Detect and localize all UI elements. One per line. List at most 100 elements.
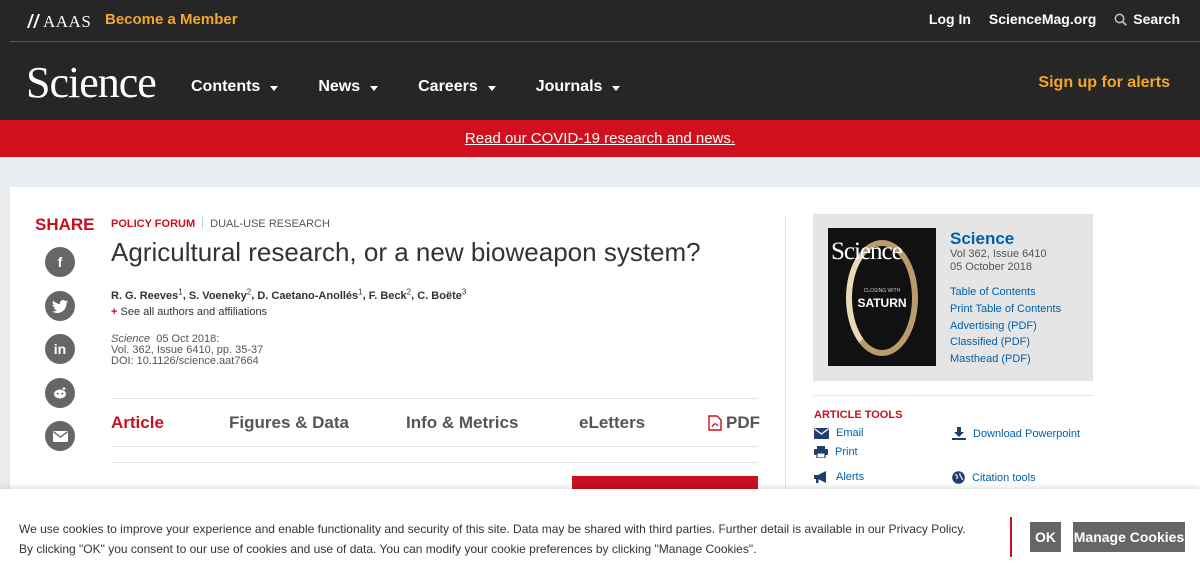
print-toc-link[interactable]: Print Table of Contents [950, 301, 1061, 318]
top-bar: AAAS Become a Member Log In ScienceMag.o… [0, 0, 1200, 42]
author-name: C. Boëte [417, 289, 462, 302]
author-link[interactable]: S. Voeneky2 [188, 287, 252, 302]
author-link[interactable]: F. Beck2 [368, 287, 412, 302]
search-label: Search [1133, 11, 1180, 27]
facebook-icon: f [57, 254, 63, 270]
email-tool[interactable]: Email [814, 427, 864, 439]
tab-pdf[interactable]: PDF [708, 413, 760, 433]
nav-news-label: News [318, 78, 361, 95]
sciencemag-link[interactable]: ScienceMag.org [989, 11, 1096, 27]
author-name: D. Caetano-Anollés [257, 289, 359, 302]
see-all-authors-link[interactable]: + See all authors and affiliations [111, 306, 267, 318]
nav-careers[interactable]: Careers [418, 78, 496, 96]
nav-contents[interactable]: Contents [191, 78, 279, 96]
reddit-share-button[interactable] [45, 378, 75, 408]
science-logo[interactable]: Science [26, 57, 157, 108]
tab-pdf-label: PDF [726, 413, 760, 432]
covid-link[interactable]: Read our COVID-19 research and news. [465, 130, 735, 147]
cookie-banner: We use cookies to improve your experienc… [0, 489, 1200, 573]
article-category: POLICY FORUM DUAL-USE RESEARCH [111, 217, 330, 230]
cover-subtitle: CLOSING WITH [863, 288, 901, 294]
login-link[interactable]: Log In [929, 11, 971, 27]
toc-link[interactable]: Table of Contents [950, 284, 1061, 301]
printer-icon [814, 446, 828, 458]
column-divider [785, 215, 786, 495]
subcategory-link[interactable]: DUAL-USE RESEARCH [210, 218, 330, 230]
search-button[interactable]: Search [1114, 11, 1180, 27]
alerts-tool[interactable]: Alerts [814, 471, 864, 483]
print-tool-label: Print [835, 446, 858, 458]
nav-journals[interactable]: Journals [536, 78, 621, 96]
signup-alerts-link[interactable]: Sign up for alerts [1038, 74, 1170, 92]
citation-tool-label: Citation tools [972, 471, 1036, 484]
nav-news[interactable]: News [318, 78, 379, 96]
tab-article[interactable]: Article [111, 413, 164, 433]
become-member-link[interactable]: Become a Member [105, 11, 238, 28]
email-icon [52, 430, 68, 442]
covid-banner: Read our COVID-19 research and news. [0, 120, 1200, 157]
caret-down-icon [370, 85, 379, 91]
author-link[interactable]: R. G. Reeves1 [111, 287, 183, 302]
envelope-icon [814, 427, 829, 439]
main-nav: Science Contents News Careers Journals S… [0, 42, 1200, 120]
nav-contents-label: Contents [191, 78, 261, 95]
tab-eletters[interactable]: eLetters [579, 413, 645, 433]
article-tools-label: ARTICLE TOOLS [814, 409, 903, 421]
plus-icon: + [111, 306, 118, 318]
globe-icon [952, 471, 965, 484]
view-full-text-button[interactable] [572, 476, 758, 490]
author-name: F. Beck [368, 289, 407, 302]
cover-masthead: Science [831, 238, 903, 265]
tab-info-metrics[interactable]: Info & Metrics [406, 413, 518, 433]
linkedin-share-button[interactable]: in [45, 334, 75, 364]
tab-figures-data[interactable]: Figures & Data [229, 413, 349, 433]
issue-journal-link[interactable]: Science [950, 229, 1014, 249]
email-tool-label: Email [836, 427, 864, 439]
cover-title: SATURN [857, 296, 907, 310]
nav-menu: Contents News Careers Journals [191, 78, 660, 96]
citation-tool[interactable]: Citation tools [952, 471, 1036, 484]
alerts-tool-label: Alerts [836, 471, 865, 483]
citation-block: Science 05 Oct 2018: Vol. 362, Issue 641… [111, 334, 263, 367]
classified-pdf-link[interactable]: Classified (PDF) [950, 334, 1061, 351]
tabs-divider [111, 398, 758, 399]
megaphone-icon [814, 471, 826, 483]
caret-down-icon [487, 85, 496, 91]
issue-date: 05 October 2018 [950, 261, 1032, 273]
issue-volume: Vol 362, Issue 6410 [950, 248, 1047, 260]
citation-doi: DOI: 10.1126/science.aat7664 [111, 355, 259, 367]
author-affil: 2 [406, 287, 412, 296]
print-tool[interactable]: Print [814, 446, 858, 458]
search-icon [1114, 13, 1128, 26]
aaas-label: AAAS [43, 12, 92, 31]
issue-cover-image[interactable]: Science CLOSING WITH SATURN [828, 228, 936, 366]
author-affil: 2 [246, 287, 252, 296]
author-list: R. G. Reeves1, S. Voeneky2, D. Caetano-A… [111, 287, 467, 302]
category-link[interactable]: POLICY FORUM [111, 218, 195, 230]
aaas-logo[interactable]: AAAS [27, 12, 91, 32]
author-affil: 1 [358, 287, 363, 296]
advertising-pdf-link[interactable]: Advertising (PDF) [950, 318, 1061, 335]
category-separator [202, 217, 204, 229]
linkedin-icon: in [53, 341, 67, 357]
manage-cookies-button[interactable]: Manage Cookies [1073, 522, 1185, 552]
facebook-share-button[interactable]: f [45, 247, 75, 277]
download-powerpoint-tool[interactable]: Download Powerpoint [952, 427, 1080, 440]
nav-careers-label: Careers [418, 78, 478, 95]
download-powerpoint-label: Download Powerpoint [973, 427, 1081, 440]
author-link[interactable]: D. Caetano-Anollés1 [257, 287, 363, 302]
pdf-icon [708, 415, 722, 431]
aaas-logo-icon [27, 14, 40, 28]
author-link[interactable]: C. Boëte3 [417, 287, 466, 302]
cookie-ok-button[interactable]: OK [1030, 522, 1061, 552]
sidebar-divider [813, 395, 1093, 396]
reddit-icon [54, 387, 66, 399]
author-affil: 1 [178, 287, 183, 296]
twitter-share-button[interactable] [45, 291, 75, 321]
email-share-button[interactable] [45, 421, 75, 451]
twitter-icon [52, 299, 68, 313]
author-name: S. Voeneky [188, 289, 247, 302]
cookie-message: We use cookies to improve your experienc… [19, 522, 966, 556]
masthead-pdf-link[interactable]: Masthead (PDF) [950, 351, 1061, 368]
tabs-divider [111, 446, 758, 447]
